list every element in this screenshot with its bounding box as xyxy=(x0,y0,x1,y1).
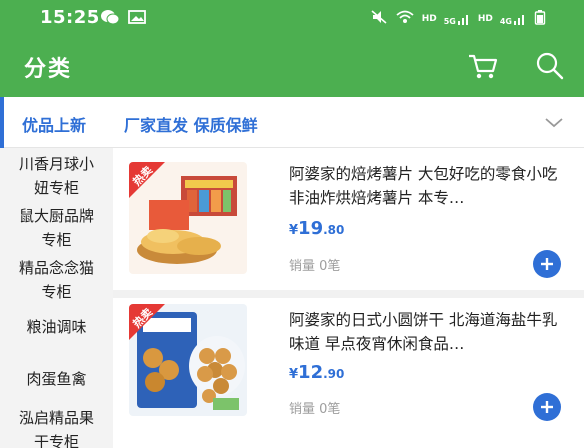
tab-factory-direct[interactable]: 厂家直发 保质保鲜 xyxy=(124,112,258,136)
expand-tabs-button[interactable] xyxy=(542,111,566,133)
category-sidebar: 川香月球小 妞专柜 鼠大厨品牌 专柜 精品念念猫 专柜 粮油调味 肉蛋鱼禽 泓启… xyxy=(0,148,113,448)
page-title: 分类 xyxy=(24,57,73,82)
sidebar-item-grain-oil[interactable]: 粮油调味 xyxy=(0,315,113,339)
status-bar: 15:25 HD 5G HD 4G xyxy=(0,0,584,36)
status-right: HD 5G HD 4G xyxy=(370,9,546,28)
hd-label-2: HD xyxy=(477,13,493,24)
sidebar-item-line: 川香月球小 xyxy=(18,155,94,173)
battery-icon xyxy=(534,9,546,28)
product-image: 热卖 xyxy=(129,162,247,274)
sidebar-item-line: 精品念念猫 xyxy=(18,259,94,277)
notification-icons xyxy=(100,9,146,29)
price-integer: 12 xyxy=(298,362,324,383)
sidebar-item-hongqi[interactable]: 泓启精品果 干专柜 xyxy=(0,406,113,448)
plus-icon xyxy=(541,401,553,413)
signal-icon-2: 4G xyxy=(500,12,527,26)
sidebar-item-line: 干专柜 xyxy=(33,433,79,448)
signal-icon-1: 5G xyxy=(444,12,471,26)
sidebar-item-niannianmao[interactable]: 精品念念猫 专柜 xyxy=(0,256,113,304)
mute-icon xyxy=(370,9,388,28)
active-tab-indicator xyxy=(0,97,4,148)
app-bar: 分类 xyxy=(0,36,584,97)
sidebar-item-line: 专柜 xyxy=(41,283,72,301)
signal-label-2: 4G xyxy=(499,16,512,26)
product-title[interactable]: 阿婆家的焙烤薯片 大包好吃的零食小吃 非油炸烘焙烤薯片 本专… xyxy=(289,162,569,210)
add-to-cart-button[interactable] xyxy=(533,393,561,421)
sidebar-item-meat-egg[interactable]: 肉蛋鱼禽 xyxy=(0,367,113,391)
sidebar-item-line: 泓启精品果 xyxy=(18,409,94,427)
sidebar-item-line: 专柜 xyxy=(41,231,72,249)
sidebar-item-line: 鼠大厨品牌 xyxy=(18,207,94,225)
cart-button[interactable] xyxy=(466,50,500,82)
price-decimal: .90 xyxy=(323,367,345,381)
search-button[interactable] xyxy=(534,50,566,82)
cart-icon xyxy=(469,54,498,79)
product-card[interactable]: 热卖 阿婆家的焙烤薯片 大包好吃的零食小吃 非油炸烘焙烤薯片 本专… ¥19.8… xyxy=(113,148,584,290)
add-to-cart-button[interactable] xyxy=(533,250,561,278)
product-sales: 销量 0笔 xyxy=(289,259,341,274)
tab-new-arrivals[interactable]: 优品上新 xyxy=(22,112,86,136)
price-decimal: .80 xyxy=(323,223,345,237)
sidebar-item-shudachu[interactable]: 鼠大厨品牌 专柜 xyxy=(0,204,113,252)
price-integer: 19 xyxy=(298,218,324,239)
wifi-icon xyxy=(395,9,415,28)
price-currency: ¥ xyxy=(289,367,299,382)
sidebar-item-chuanxiang[interactable]: 川香月球小 妞专柜 xyxy=(0,152,113,200)
product-price: ¥19.80 xyxy=(289,218,344,239)
hd-label-1: HD xyxy=(421,13,437,24)
product-price: ¥12.90 xyxy=(289,362,344,383)
status-time: 15:25 xyxy=(40,7,100,28)
chevron-down-icon xyxy=(545,118,563,128)
product-image: 热卖 xyxy=(129,304,247,416)
gallery-icon xyxy=(128,9,146,29)
price-currency: ¥ xyxy=(289,223,299,238)
product-title[interactable]: 阿婆家的日式小圆饼干 北海道海盐牛乳味道 早点夜宵休闲食品… xyxy=(289,308,569,356)
product-sales: 销量 0笔 xyxy=(289,402,341,417)
search-icon xyxy=(536,52,564,80)
product-card[interactable]: 热卖 阿婆家的日式小圆饼干 北海道海盐牛乳味道 早点夜宵休闲食品… ¥12.90… xyxy=(113,298,584,440)
sidebar-item-line: 妞专柜 xyxy=(33,179,79,197)
sidebar-item-line: 肉蛋鱼禽 xyxy=(26,370,87,388)
card-divider xyxy=(113,290,584,298)
sidebar-item-line: 粮油调味 xyxy=(26,318,87,336)
product-list: 热卖 阿婆家的焙烤薯片 大包好吃的零食小吃 非油炸烘焙烤薯片 本专… ¥19.8… xyxy=(113,148,584,448)
category-tab-bar: 优品上新 厂家直发 保质保鲜 xyxy=(0,97,584,148)
wechat-icon xyxy=(100,9,120,29)
plus-icon xyxy=(541,258,553,270)
signal-label-1: 5G xyxy=(443,16,456,26)
